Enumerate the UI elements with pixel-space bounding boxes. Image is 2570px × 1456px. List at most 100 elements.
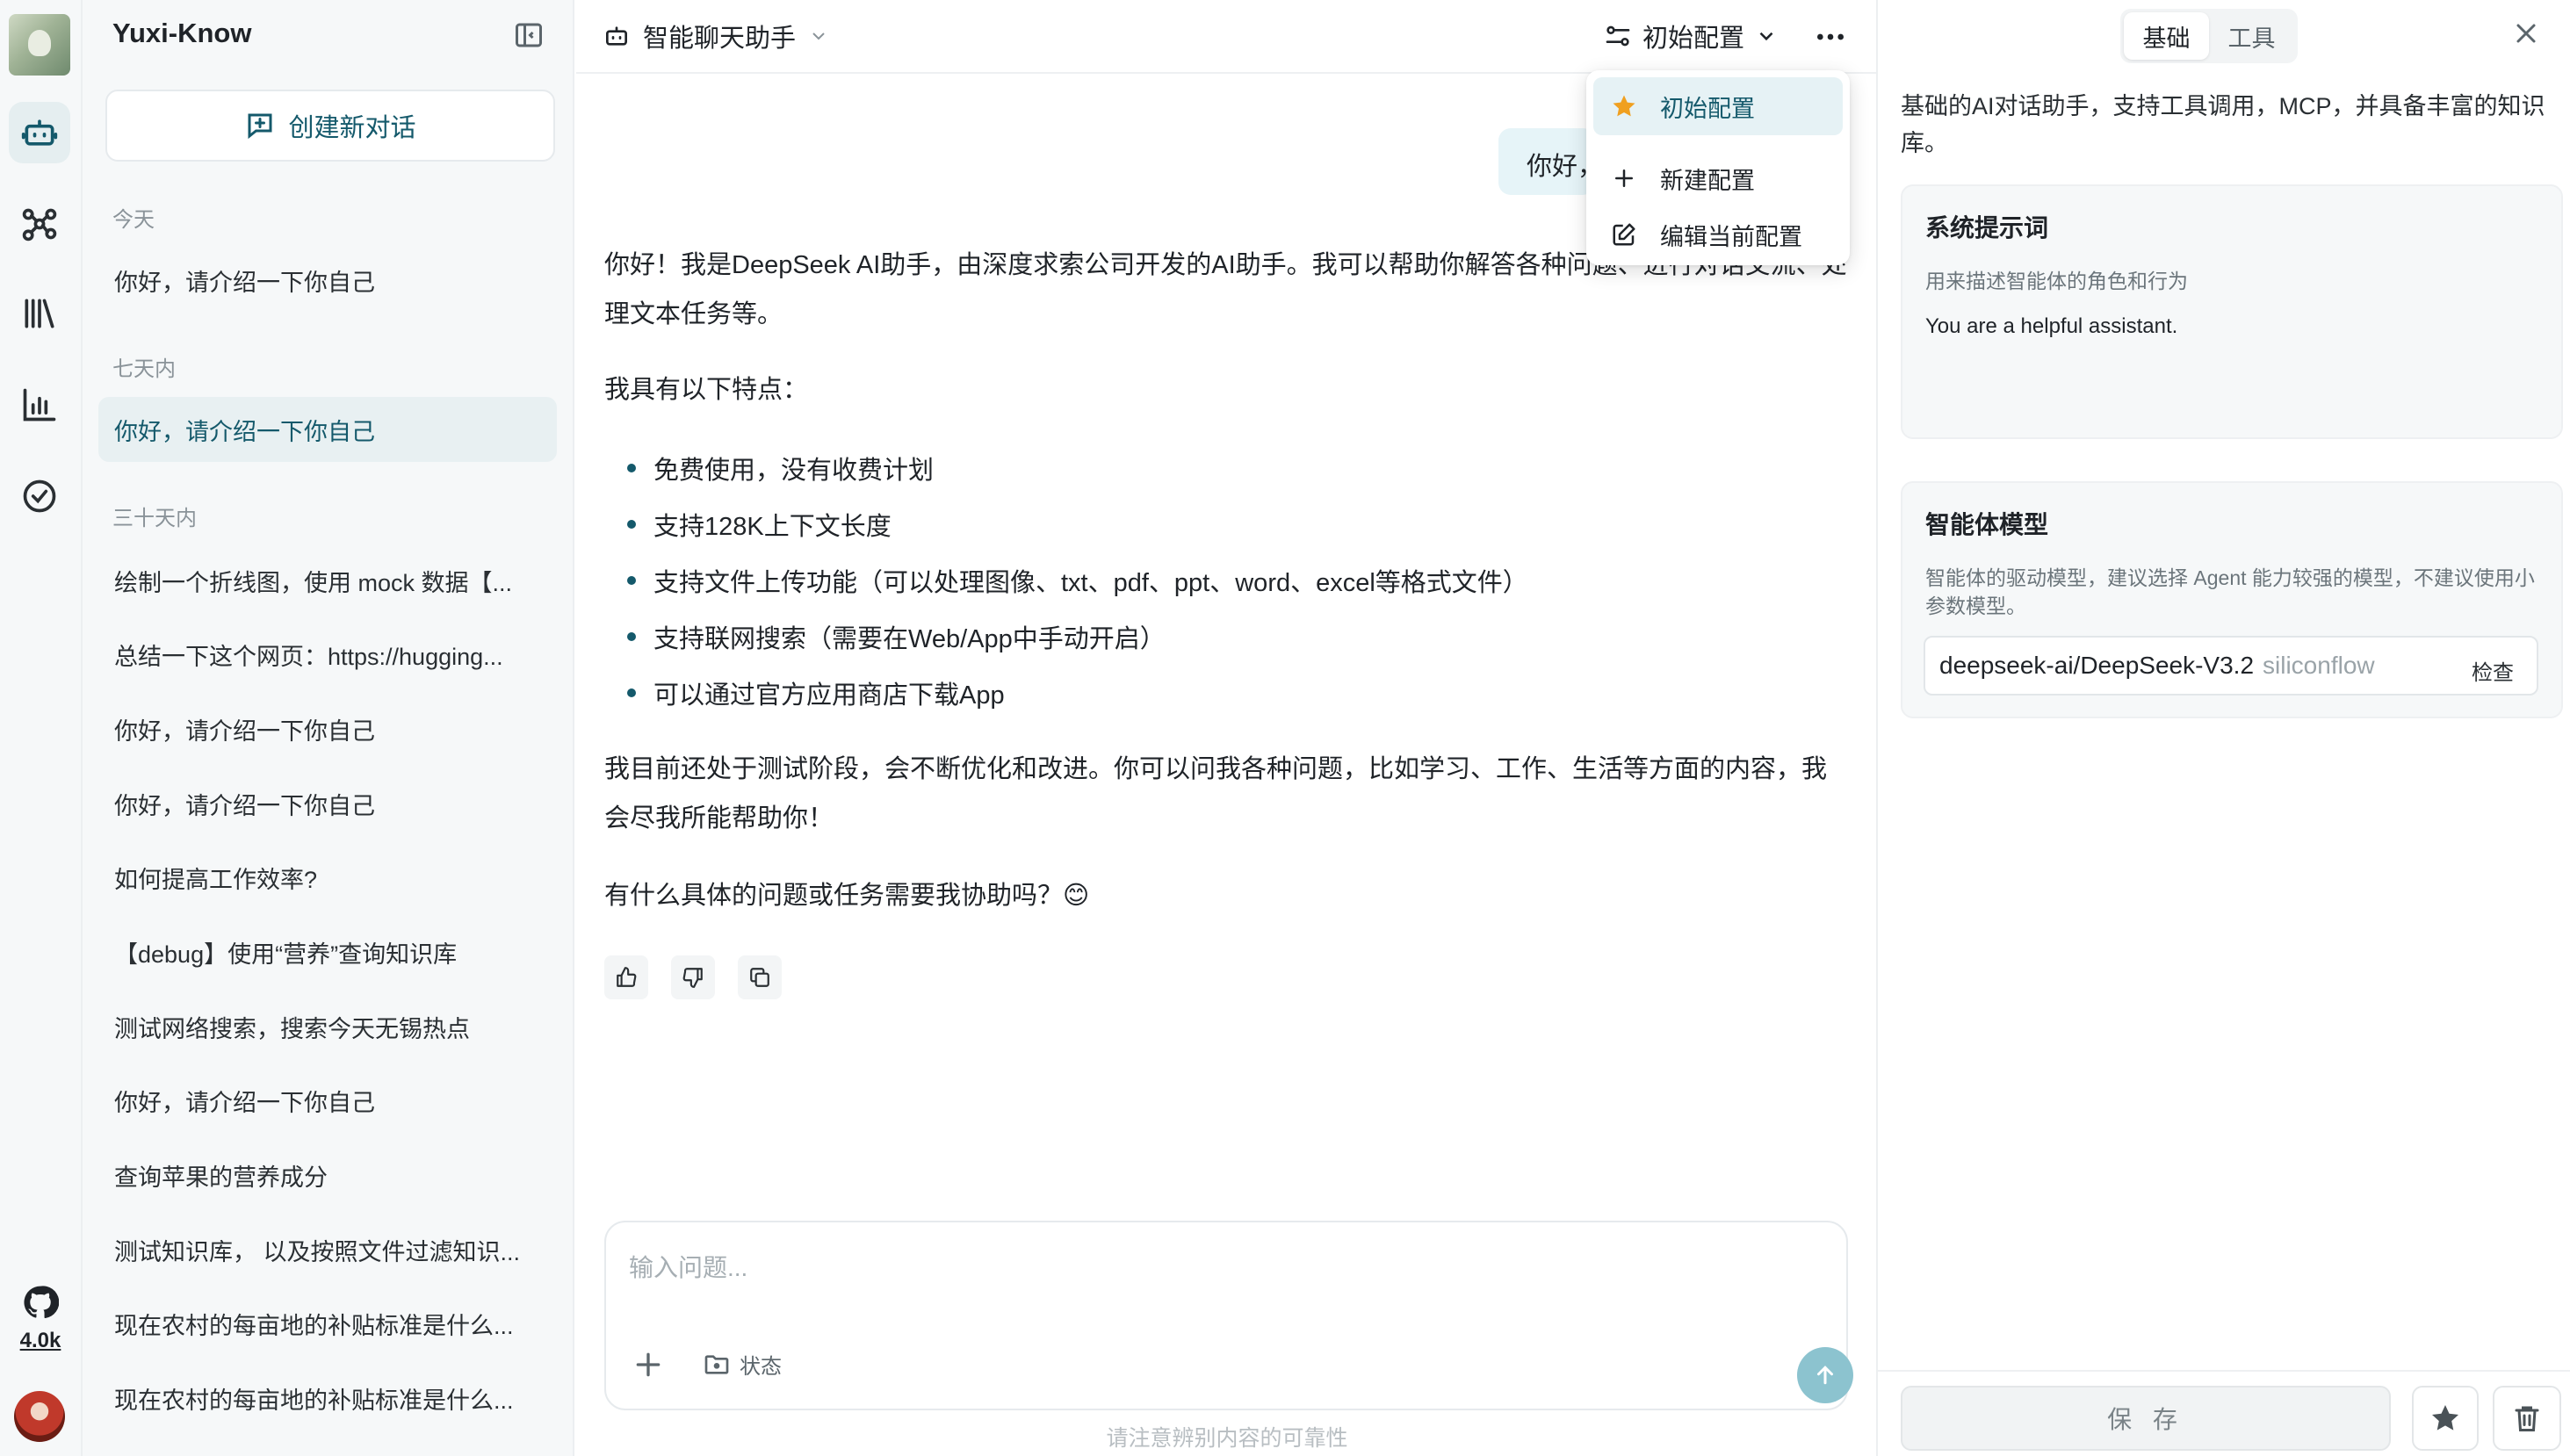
github-star-count: 4.0k <box>19 1329 61 1352</box>
model-name: deepseek-ai/DeepSeek-V3.2 <box>1939 652 2255 679</box>
conversation-item[interactable]: 查询苹果的营养成分 <box>98 1142 557 1207</box>
group-label-month: 三十天内 <box>112 507 197 530</box>
conversation-item[interactable]: 测试网络搜索，搜索今天无锡热点 <box>98 994 557 1059</box>
config-name: 初始配置 <box>1642 25 1745 53</box>
arrow-up-icon <box>1817 1366 1833 1385</box>
feature-item: 免费使用，没有收费计划 <box>627 450 934 487</box>
agent-description: 基础的AI对话助手，支持工具调用，MCP，并具备丰富的知识库。 <box>1901 93 2545 156</box>
message-input[interactable]: 输入问题... <box>629 1249 747 1284</box>
github-icon <box>24 1286 60 1319</box>
app-logo[interactable] <box>9 14 70 76</box>
feature-text: 支持文件上传功能（可以处理图像、txt、pdf、ppt、word、excel等格… <box>653 569 1528 597</box>
star-icon <box>1613 95 1635 117</box>
thumbs-up-icon[interactable] <box>604 955 648 999</box>
conversation-sidebar: Yuxi-Know 创建新对话 今天 你好，请介绍一下你自己 七天内 你好，请介… <box>83 0 574 1456</box>
set-default-button[interactable] <box>2412 1386 2479 1451</box>
model-selector[interactable]: deepseek-ai/DeepSeek-V3.2 siliconflow 检查 <box>1924 636 2538 696</box>
conversation-item[interactable]: 你好，请介绍一下你自己 <box>98 1068 557 1133</box>
answer-features-title: 我具有以下特点： <box>604 376 809 404</box>
copy-icon[interactable] <box>738 955 782 999</box>
edit-icon <box>1613 223 1635 246</box>
conversation-item-active[interactable]: 你好，请介绍一下你自己 <box>98 397 557 462</box>
conversation-item[interactable]: 现在农村的每亩地的补贴标准是什么... <box>98 1291 557 1356</box>
menu-item-label: 编辑当前配置 <box>1660 223 1802 250</box>
answer-end: 有什么具体的问题或任务需要我协助吗？😊 <box>604 882 1090 910</box>
save-button[interactable]: 保 存 <box>1901 1386 2391 1451</box>
conversation-item[interactable]: 你好，请介绍一下你自己 <box>98 771 557 836</box>
message-composer: 输入问题... 状态 <box>604 1221 1853 1410</box>
chevron-down-icon <box>1759 32 1773 41</box>
chevron-down-icon <box>812 32 825 40</box>
system-prompt-card: 系统提示词 用来描述智能体的角色和行为 You are a helpful as… <box>1901 184 2563 439</box>
robot-icon[interactable] <box>9 102 70 163</box>
thumbs-down-icon[interactable] <box>671 955 715 999</box>
state-label: 状态 <box>740 1355 782 1379</box>
feature-item: 可以通过官方应用商店下载App <box>627 674 1005 711</box>
sidebar-collapse-icon[interactable] <box>513 19 545 51</box>
github-link[interactable]: 4.0k <box>14 1284 67 1353</box>
agent-model-card: 智能体模型 智能体的驱动模型，建议选择 Agent 能力较强的模型，不建议使用小… <box>1901 481 2563 718</box>
feature-item: 支持文件上传功能（可以处理图像、txt、pdf、ppt、word、excel等格… <box>627 562 1528 599</box>
answer-body: 我目前还处于测试阶段，会不断优化和改进。你可以问我各种问题，比如学习、工作、生活… <box>604 755 1828 833</box>
app-title: Yuxi-Know <box>112 18 252 48</box>
agent-name: 智能聊天助手 <box>643 25 797 53</box>
delete-config-button[interactable] <box>2493 1386 2561 1451</box>
chart-icon[interactable] <box>9 374 70 436</box>
conversation-item[interactable]: 测试知识库， 以及按照文件过滤知识... <box>98 1217 557 1282</box>
feature-text: 支持联网搜索（需要在Web/App中手动开启） <box>653 625 1166 653</box>
panel-tabs: 基础 工具 <box>2120 9 2298 63</box>
panel-footer: 保 存 <box>1878 1370 2570 1456</box>
user-avatar[interactable] <box>14 1391 65 1442</box>
check-model-button[interactable]: 检查 <box>2472 655 2514 686</box>
feature-item: 支持128K上下文长度 <box>627 506 892 543</box>
user-message-bubble: 你好，请介绍一下你自己 <box>1498 128 1595 195</box>
menu-item-label: 新建配置 <box>1660 167 1755 194</box>
menu-item-label: 初始配置 <box>1660 95 1755 122</box>
agent-model-subtitle: 智能体的驱动模型，建议选择 Agent 能力较强的模型，不建议使用小参数模型。 <box>1925 566 2535 617</box>
feature-item: 支持联网搜索（需要在Web/App中手动开启） <box>627 618 1166 655</box>
config-icon <box>1606 25 1630 47</box>
conversation-item[interactable]: 绘制一个折线图，使用 mock 数据【... <box>98 548 557 613</box>
tab-basic[interactable]: 基础 <box>2124 12 2209 60</box>
conversation-item[interactable]: 【debug】使用“营养”查询知识库 <box>98 919 557 984</box>
feature-text: 可以通过官方应用商店下载App <box>653 681 1005 710</box>
library-icon[interactable] <box>9 283 70 344</box>
conversation-item[interactable]: 总结一下这个网页：https://hugging... <box>98 622 557 687</box>
config-selector[interactable]: 初始配置 <box>1604 16 1778 56</box>
attach-plus-icon[interactable] <box>631 1347 666 1382</box>
trash-icon <box>2515 1406 2539 1431</box>
new-chat-icon <box>248 113 272 140</box>
tab-tools[interactable]: 工具 <box>2209 12 2294 60</box>
send-button[interactable] <box>1797 1347 1853 1403</box>
folder-icon <box>704 1354 729 1374</box>
nav-rail: 4.0k <box>0 0 83 1456</box>
conversation-item[interactable]: 如何提高工作效率? <box>98 845 557 910</box>
new-chat-label: 创建新对话 <box>288 114 416 142</box>
chat-header: 智能聊天助手 初始配置 <box>576 0 1878 74</box>
feature-text: 免费使用，没有收费计划 <box>653 457 935 485</box>
group-label-week: 七天内 <box>112 357 176 381</box>
system-prompt-title: 系统提示词 <box>1925 214 2049 241</box>
system-prompt-subtitle: 用来描述智能体的角色和行为 <box>1925 270 2188 292</box>
menu-item-new-config[interactable]: 新建配置 <box>1593 149 1843 207</box>
conversation-item[interactable]: 你好，请介绍一下你自己 <box>98 248 557 313</box>
agent-config-panel: 基础 工具 基础的AI对话助手，支持工具调用，MCP，并具备丰富的知识库。 系统… <box>1876 0 2570 1456</box>
close-icon[interactable] <box>2510 18 2542 49</box>
new-chat-button[interactable]: 创建新对话 <box>105 90 555 162</box>
system-prompt-value[interactable]: You are a helpful assistant. <box>1925 314 2177 339</box>
state-button[interactable]: 状态 <box>703 1349 782 1380</box>
task-check-icon[interactable] <box>9 465 70 527</box>
menu-item-edit-config[interactable]: 编辑当前配置 <box>1593 205 1843 263</box>
feature-text: 支持128K上下文长度 <box>653 513 892 541</box>
agent-selector[interactable]: 智能聊天助手 <box>603 16 829 56</box>
robot-icon <box>606 26 627 46</box>
model-provider: siliconflow <box>2263 652 2375 679</box>
config-dropdown-menu: 初始配置 新建配置 编辑当前配置 <box>1586 70 1850 265</box>
agent-model-title: 智能体模型 <box>1925 511 2049 538</box>
group-label-today: 今天 <box>112 208 155 232</box>
more-options-icon[interactable] <box>1813 19 1848 54</box>
conversation-item[interactable]: 现在农村的每亩地的补贴标准是什么... <box>98 1366 557 1431</box>
menu-item-initial-config[interactable]: 初始配置 <box>1593 77 1843 135</box>
conversation-item[interactable]: 你好，请介绍一下你自己 <box>98 696 557 761</box>
graph-icon[interactable] <box>9 193 70 255</box>
